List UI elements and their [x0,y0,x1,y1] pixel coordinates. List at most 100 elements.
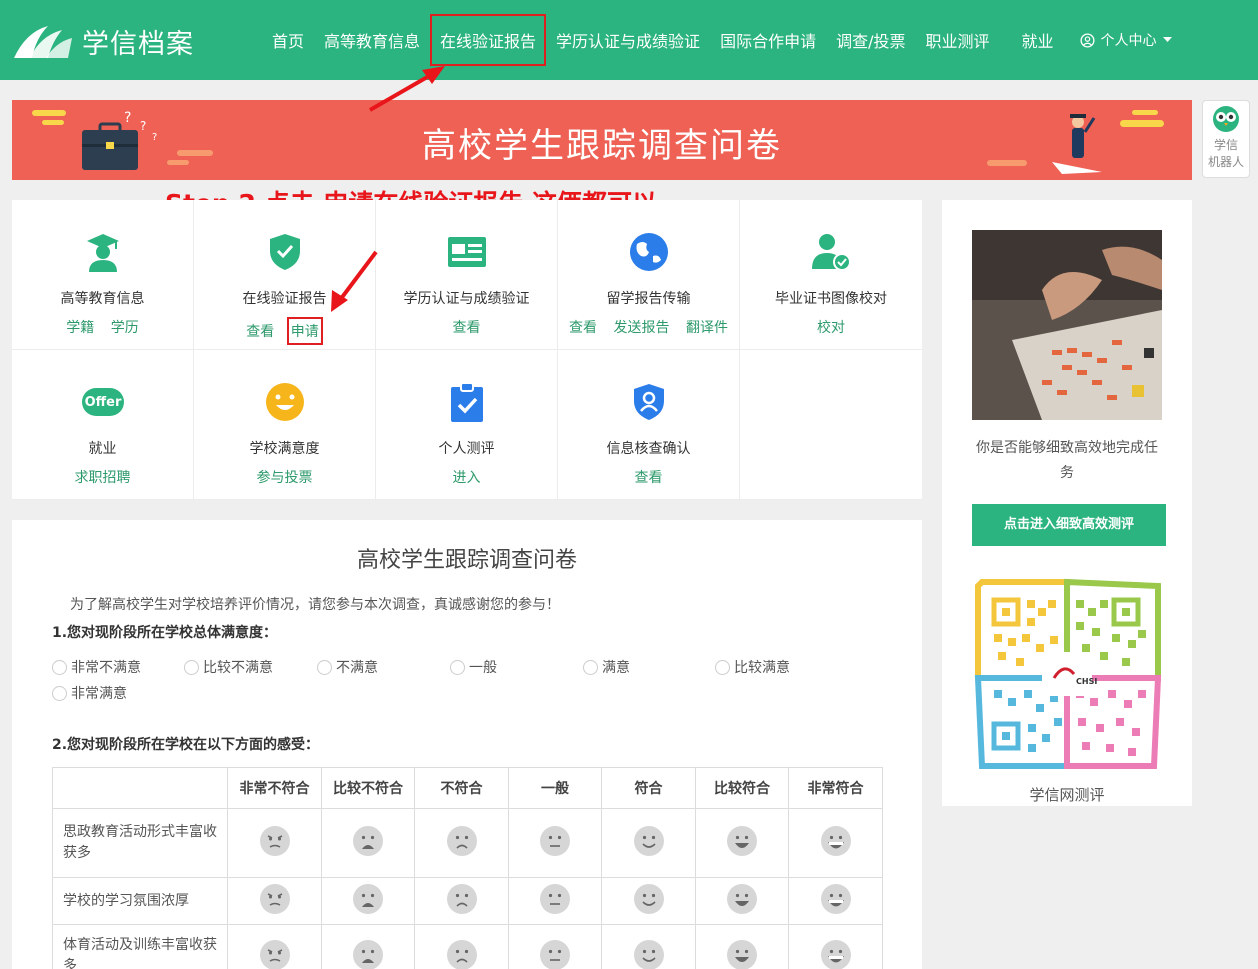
face-unfit-icon[interactable] [414,877,509,925]
option-label: 一般 [469,660,497,676]
table-row: 学校的学习氛围浓厚 [52,877,883,925]
face-very-unfit-icon[interactable] [227,877,322,925]
main-nav: 首页 高等教育信息 在线验证报告 学历认证与成绩验证 国际合作申请 调查/投票 … [262,0,1182,80]
nav-employment[interactable]: 就业 [1012,28,1064,52]
row-label: 体育活动及训练丰富收获多 [52,924,228,969]
face-fit-icon[interactable] [601,808,696,878]
service-name: 毕业证书图像校对 [775,291,887,307]
col-header: 不符合 [414,767,509,809]
service-empty-cell [740,350,922,500]
row-label: 思政教育活动形式丰富收获多 [52,808,228,878]
enter-assessment-button[interactable]: 点击进入细致高效测评 [972,504,1166,546]
face-unfit-icon[interactable] [414,924,509,969]
link-proofread[interactable]: 校对 [817,317,845,337]
radio-button[interactable] [52,685,67,701]
nav-online-verification-report[interactable]: 在线验证报告 [430,14,547,66]
service-name: 信息核查确认 [606,441,691,457]
service-name: 个人测评 [438,441,495,457]
face-fairly-unfit-icon[interactable] [321,924,415,969]
nav-survey-vote[interactable]: 调查/投票 [826,28,915,52]
link-view-certification[interactable]: 查看 [453,317,481,337]
face-fairly-unfit-icon[interactable] [321,808,415,878]
link-student-status[interactable]: 学籍 [66,317,94,337]
radio-button[interactable] [450,659,465,675]
user-check-icon [812,234,851,271]
link-academic-degree[interactable]: 学历 [111,317,139,337]
svg-text:CHSI: CHSI [1076,677,1097,686]
service-study-abroad: 留学报告传输 查看 发送报告 翻译件 [558,200,740,350]
q1-option-fairly-satisfied[interactable]: 比较满意 [715,657,790,677]
q1-option-neutral[interactable]: 一般 [450,657,497,677]
graduate-icon [86,234,119,272]
service-satisfaction: 学校满意度 参与投票 [194,350,376,500]
survey-intro: 为了解高校学生对学校培养评价情况，请您参与本次调查，真诚感谢您的参与！ [70,597,560,613]
radio-button[interactable] [184,659,199,675]
service-online-verification: 在线验证报告 查看 申请 [194,200,376,350]
survey-banner[interactable]: ? ? ? 高校学生跟踪调查问卷 [12,100,1192,180]
face-fit-icon[interactable] [601,877,696,925]
face-unfit-icon[interactable] [414,808,509,878]
nav-home[interactable]: 首页 [262,28,314,52]
service-name: 留学报告传输 [606,291,691,307]
col-header: 符合 [601,767,696,809]
radio-button[interactable] [317,659,332,675]
q1-option-very-dissatisfied[interactable]: 非常不满意 [52,657,141,677]
face-very-fit-icon[interactable] [788,877,883,925]
option-label: 非常满意 [71,686,127,702]
face-very-unfit-icon[interactable] [227,924,322,969]
site-logo[interactable]: 学信档案 [12,22,194,61]
shield-check-icon [269,234,300,270]
q1-option-dissatisfied[interactable]: 不满意 [317,657,378,677]
table-row: 思政教育活动形式丰富收获多 [52,808,883,878]
q1-option-very-satisfied[interactable]: 非常满意 [52,683,127,703]
face-fairly-fit-icon[interactable] [695,808,789,878]
user-center-menu[interactable]: 个人中心 [1070,30,1182,50]
top-navigation-bar: 学信档案 首页 高等教育信息 在线验证报告 学历认证与成绩验证 国际合作申请 调… [0,0,1258,80]
radio-button[interactable] [715,659,730,675]
link-vote[interactable]: 参与投票 [257,467,313,487]
robot-label-2: 机器人 [1207,155,1244,169]
col-header: 比较不符合 [321,767,415,809]
face-very-unfit-icon[interactable] [227,808,322,878]
option-label: 非常不满意 [71,660,141,676]
owl-robot-icon [1213,106,1239,132]
face-fairly-unfit-icon[interactable] [321,877,415,925]
q1-option-fairly-dissatisfied[interactable]: 比较不满意 [184,657,273,677]
question-1-title: 1.您对现阶段所在学校总体满意度： [52,625,278,641]
service-personal-assessment: 个人测评 进入 [376,350,558,500]
q1-option-satisfied[interactable]: 满意 [583,657,630,677]
face-neutral-icon[interactable] [508,877,602,925]
link-apply-report[interactable]: 申请 [286,317,323,345]
globe-icon [629,233,668,271]
service-name: 学历认证与成绩验证 [403,291,530,307]
face-fit-icon[interactable] [601,924,696,969]
row-label: 学校的学习氛围浓厚 [52,877,228,925]
qr-caption: 学信网测评 [1029,786,1105,804]
link-enter-assessment[interactable]: 进入 [453,467,481,487]
link-job-search[interactable]: 求职招聘 [75,467,131,487]
radio-button[interactable] [52,659,67,675]
link-view-verification[interactable]: 查看 [635,467,663,487]
service-certificate-check: 毕业证书图像校对 校对 [740,200,922,350]
nav-career-assessment[interactable]: 职业测评 [915,28,999,52]
question-2-title: 2.您对现阶段所在学校在以下方面的感受： [52,737,320,753]
option-label: 不满意 [336,660,378,676]
service-degree-certification: 学历认证与成绩验证 查看 [376,200,558,350]
face-very-fit-icon[interactable] [788,808,883,878]
link-view-report[interactable]: 查看 [246,321,274,341]
face-neutral-icon[interactable] [508,808,602,878]
promo-photo[interactable] [972,230,1162,420]
face-fairly-fit-icon[interactable] [695,924,789,969]
face-neutral-icon[interactable] [508,924,602,969]
xuexin-robot-button[interactable]: 学信 机器人 [1202,100,1250,178]
link-view-abroad[interactable]: 查看 [569,317,597,337]
nav-degree-certification[interactable]: 学历认证与成绩验证 [546,28,710,52]
nav-higher-education[interactable]: 高等教育信息 [314,28,430,52]
link-send-report[interactable]: 发送报告 [614,317,670,337]
face-very-fit-icon[interactable] [788,924,883,969]
survey-panel: 高校学生跟踪调查问卷 为了解高校学生对学校培养评价情况，请您参与本次调查，真诚感… [12,520,922,969]
face-fairly-fit-icon[interactable] [695,877,789,925]
link-translation[interactable]: 翻译件 [686,317,728,337]
nav-international-cooperation[interactable]: 国际合作申请 [710,28,826,52]
radio-button[interactable] [583,659,598,675]
